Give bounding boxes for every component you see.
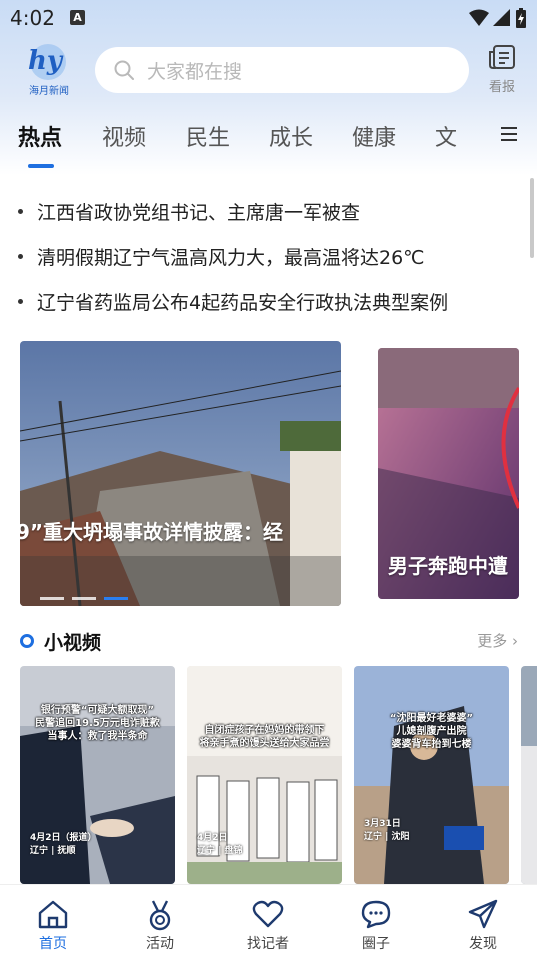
- bottom-navigation: 首页 活动 找记者 圈子 发现: [0, 884, 537, 956]
- tab-hot[interactable]: 热点: [18, 120, 62, 152]
- newspaper-icon: [489, 45, 515, 69]
- nav-find-reporter[interactable]: 找记者: [228, 885, 308, 956]
- battery-icon: [516, 8, 526, 28]
- scrollbar[interactable]: [530, 178, 534, 258]
- video-location-tag: 4月2日 辽宁 | 盘锦: [197, 833, 243, 856]
- chat-bubble-icon: [361, 900, 391, 929]
- status-icons: [469, 8, 527, 28]
- tab-health[interactable]: 健康: [352, 120, 396, 152]
- carousel-dot: [40, 597, 64, 600]
- headline-item[interactable]: 清明假期辽宁气温高风力大，最高温将达26℃: [18, 243, 425, 270]
- search-placeholder: 大家都在搜: [147, 60, 243, 83]
- small-video-header: 小视频 更多 ›: [20, 626, 518, 656]
- video-card[interactable]: “沈阳最好老婆婆” 儿媳剖腹产出院 婆婆背车抬到七楼 3月31日 辽宁 | 沈阳: [354, 666, 509, 884]
- nav-home[interactable]: 首页: [13, 885, 93, 956]
- nav-discover[interactable]: 发现: [443, 885, 523, 956]
- headline-item[interactable]: 江西省政协党组书记、主席唐一军被查: [18, 198, 360, 225]
- nav-label: 活动: [146, 936, 174, 952]
- signal-icon: [493, 9, 510, 26]
- headline-item[interactable]: 辽宁省药监局公布4起药品安全行政执法典型案例: [18, 288, 448, 315]
- carousel-main-caption: 9”重大坍塌事故详情披露：经: [20, 520, 284, 544]
- section-title: 小视频: [44, 632, 102, 654]
- video-thumbnail: [354, 666, 509, 884]
- video-caption: 自闭症孩子在妈妈的带领下 将亲手煮的馒头送给大家品尝: [199, 725, 330, 749]
- tab-video[interactable]: 视频: [102, 120, 146, 152]
- video-thumbnail: [521, 666, 537, 884]
- heart-icon: [252, 900, 284, 928]
- headline-text: 清明假期辽宁气温高风力大，最高温将达26℃: [37, 247, 425, 269]
- search-icon: [114, 60, 134, 80]
- small-video-list: 银行预警“可疑大额取现” 民警追回19.5万元电诈赃款 当事人：救了我半条命 4…: [20, 666, 537, 884]
- bullet: [18, 209, 23, 214]
- nav-circle[interactable]: 圈子: [336, 885, 416, 956]
- nav-label: 找记者: [247, 936, 289, 952]
- bullet: [18, 254, 23, 259]
- logo-mark: hy: [28, 46, 63, 76]
- channel-tabs: 热点 视频 民生 成长 健康 文: [0, 112, 537, 162]
- home-icon: [38, 900, 68, 929]
- video-caption: “沈阳最好老婆婆” 儿媳剖腹产出院 婆婆背车抬到七楼: [389, 713, 474, 750]
- video-card[interactable]: 银行预警“可疑大额取现” 民警追回19.5万元电诈赃款 当事人：救了我半条命 4…: [20, 666, 175, 884]
- carousel-dot: [72, 597, 96, 600]
- logo-text: 海月新闻: [29, 86, 69, 97]
- app-logo: hy 海月新闻: [24, 40, 72, 97]
- newspaper-label: 看报: [488, 80, 515, 95]
- newspaper-button[interactable]: 看报: [484, 44, 520, 95]
- tab-livelihood[interactable]: 民生: [186, 120, 230, 152]
- carousel-next-slide[interactable]: 男子奔跑中遭: [378, 348, 519, 599]
- tab-indicator: [28, 164, 54, 168]
- wifi-icon: [469, 9, 489, 26]
- nav-label: 首页: [39, 936, 67, 952]
- search-bar[interactable]: 大家都在搜: [95, 47, 469, 93]
- headline-text: 辽宁省药监局公布4起药品安全行政执法典型案例: [37, 292, 449, 314]
- headline-text: 江西省政协党组书记、主席唐一军被查: [37, 202, 361, 224]
- more-link[interactable]: 更多 ›: [477, 630, 518, 651]
- nav-label: 发现: [469, 936, 497, 952]
- medal-icon: [149, 900, 171, 931]
- menu-icon[interactable]: [500, 125, 518, 143]
- more-label: 更多: [477, 632, 508, 650]
- carousel-side-caption: 男子奔跑中遭: [388, 554, 508, 578]
- bullet: [18, 299, 23, 304]
- carousel-indicator: [40, 597, 128, 600]
- video-caption: 银行预警“可疑大额取现” 民警追回19.5万元电诈赃款 当事人：救了我半条命: [35, 705, 160, 742]
- send-icon: [468, 899, 498, 929]
- status-notification-icon: A: [70, 10, 85, 25]
- status-bar: 4:02 A: [0, 0, 537, 36]
- section-ring-icon: [20, 634, 34, 648]
- video-card[interactable]: 自闭症孩子在妈妈的带领下 将亲手煮的馒头送给大家品尝 4月2日 辽宁 | 盘锦: [187, 666, 342, 884]
- status-time: 4:02: [10, 6, 55, 30]
- collapse-scene-image: [20, 341, 341, 606]
- video-location-tag: 3月31日 辽宁 | 沈阳: [364, 819, 410, 842]
- carousel-dot-active: [104, 597, 128, 600]
- nav-label: 圈子: [362, 936, 390, 952]
- tab-culture[interactable]: 文: [435, 120, 457, 152]
- tab-growth[interactable]: 成长: [269, 120, 313, 152]
- nav-activity[interactable]: 活动: [120, 885, 200, 956]
- carousel-main-slide[interactable]: 9”重大坍塌事故详情披露：经: [20, 341, 341, 606]
- video-card-partial[interactable]: [521, 666, 537, 884]
- video-location-tag: 4月2日（报道） 辽宁 | 抚顺: [30, 833, 97, 856]
